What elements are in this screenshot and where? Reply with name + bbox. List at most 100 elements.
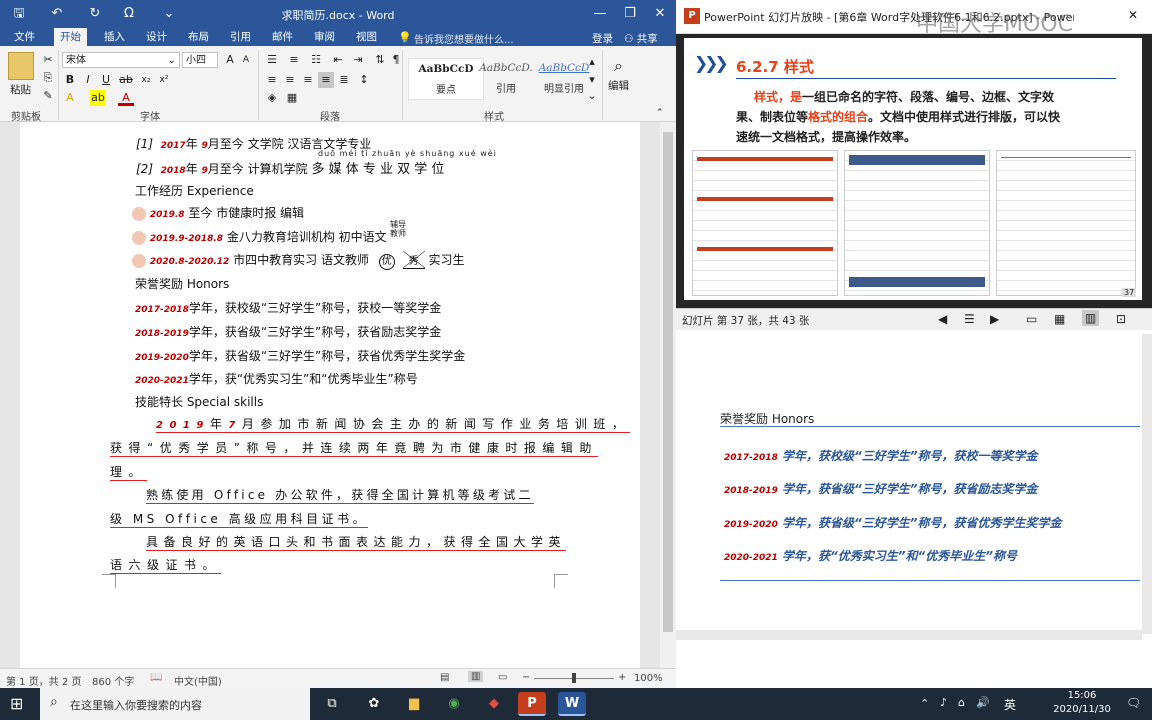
- powerpoint-taskbar-icon[interactable]: P: [518, 692, 546, 716]
- app-icon[interactable]: ◆: [480, 692, 508, 716]
- shading-icon[interactable]: ◈: [264, 90, 280, 106]
- show-hidden-icons-icon[interactable]: ⌃: [920, 697, 929, 710]
- reading-view-icon[interactable]: ▥: [1082, 310, 1100, 326]
- align-center-icon[interactable]: ≡: [282, 72, 298, 88]
- editing-button[interactable]: 编辑: [608, 78, 629, 93]
- copy-icon[interactable]: ⎘: [40, 70, 56, 86]
- document-page[interactable]: [1] 2017年 9月至今 文学院 汉语言文学专业 duō méi tǐ zh…: [20, 122, 640, 668]
- slide[interactable]: ❯❯❯ 6.2.7 样式 样式，是一组已命名的字符、段落、编号、边框、文字效 果…: [684, 38, 1142, 300]
- numbering-icon[interactable]: ≡: [286, 52, 302, 68]
- font-size-select[interactable]: 小四: [182, 52, 218, 68]
- superscript-icon[interactable]: x²: [156, 72, 172, 88]
- language[interactable]: 中文(中国): [174, 673, 222, 688]
- network-icon[interactable]: ⌂: [958, 696, 965, 709]
- next-slide-icon[interactable]: ▶: [990, 312, 999, 326]
- page-count[interactable]: 第 1 页，共 2 页: [6, 673, 81, 688]
- maximize-button[interactable]: ❐: [616, 4, 644, 24]
- grow-font-icon[interactable]: A: [222, 52, 238, 68]
- search-icon[interactable]: ⌕: [614, 56, 623, 76]
- multilevel-list-icon[interactable]: ☷: [308, 52, 324, 68]
- notification-icon[interactable]: 🗨: [1126, 696, 1141, 710]
- highlight-icon[interactable]: ab: [90, 90, 106, 106]
- shrink-font-icon[interactable]: A: [238, 52, 254, 68]
- tab-review[interactable]: 审阅: [308, 28, 341, 46]
- ime-indicator[interactable]: 英: [1004, 696, 1016, 713]
- menu-icon[interactable]: ☰: [964, 312, 975, 326]
- app-icon[interactable]: ◉: [440, 692, 468, 716]
- taskbar-search[interactable]: ⌕ 在这里输入你要搜索的内容: [40, 688, 310, 720]
- tab-design[interactable]: 设计: [140, 28, 173, 46]
- styles-scroll-up-icon[interactable]: ▴: [584, 54, 600, 70]
- underline-icon[interactable]: U: [98, 72, 114, 88]
- styles-more-icon[interactable]: ⌄: [584, 88, 600, 104]
- web-layout-icon[interactable]: ▭: [498, 672, 507, 683]
- decrease-indent-icon[interactable]: ⇤: [330, 52, 346, 68]
- sort-icon[interactable]: ⇅: [372, 52, 388, 68]
- zoom-level[interactable]: 100%: [634, 673, 663, 684]
- task-view-icon[interactable]: ⧉: [318, 692, 346, 716]
- slideshow-icon[interactable]: ⊡: [1116, 312, 1126, 326]
- word-count[interactable]: 860 个字: [92, 673, 134, 688]
- strikethrough-icon[interactable]: ab: [118, 72, 134, 88]
- zoom-thumb[interactable]: [572, 673, 576, 683]
- close-button[interactable]: ✕: [1128, 8, 1138, 22]
- clock-date[interactable]: 2020/11/30: [1050, 704, 1114, 715]
- previous-slide-icon[interactable]: ◀: [938, 312, 947, 326]
- font-name-select[interactable]: 宋体 ⌄: [62, 52, 180, 68]
- justify-icon[interactable]: ≡: [318, 72, 334, 88]
- styles-scroll-down-icon[interactable]: ▾: [584, 72, 600, 88]
- format-painter-icon[interactable]: ✎: [40, 88, 56, 104]
- tab-mailings[interactable]: 邮件: [266, 28, 299, 46]
- tab-references[interactable]: 引用: [224, 28, 257, 46]
- read-mode-icon[interactable]: ▤: [440, 672, 449, 683]
- honor-item: 2018-2019 学年，获省级“三好学生”称号，获省励志奖学金: [724, 480, 1038, 497]
- scroll-thumb[interactable]: [663, 132, 673, 632]
- horizontal-scrollbar[interactable]: [676, 630, 1142, 640]
- align-left-icon[interactable]: ≡: [264, 72, 280, 88]
- cut-icon[interactable]: ✂: [40, 52, 56, 68]
- collapse-ribbon-icon[interactable]: ⌃: [656, 108, 664, 118]
- distributed-icon[interactable]: ≣: [336, 72, 352, 88]
- font-color-icon[interactable]: A: [118, 90, 134, 106]
- proofing-icon[interactable]: 📖: [150, 672, 162, 683]
- volume-icon[interactable]: 🔊: [976, 696, 990, 709]
- tell-me-box[interactable]: 告诉我您想要做什么...: [414, 31, 514, 46]
- slide-sorter-icon[interactable]: ▦: [1054, 312, 1065, 326]
- body-text: 。文档中使用样式进行排版，可以快: [868, 110, 1061, 124]
- vertical-scrollbar[interactable]: [660, 122, 676, 668]
- font-size-value: 小四: [186, 55, 206, 66]
- tab-insert[interactable]: 插入: [98, 28, 131, 46]
- close-button[interactable]: ✕: [646, 4, 674, 24]
- increase-indent-icon[interactable]: ⇥: [350, 52, 366, 68]
- tray-icon[interactable]: ♪: [940, 696, 947, 709]
- normal-view-icon[interactable]: ▭: [1026, 312, 1037, 326]
- app-icon[interactable]: ✿: [360, 692, 388, 716]
- line-spacing-icon[interactable]: ↕: [356, 72, 372, 88]
- word-taskbar-icon[interactable]: W: [558, 692, 586, 716]
- date-text: 2019.8: [149, 210, 185, 220]
- bullets-icon[interactable]: ☰: [264, 52, 280, 68]
- minimize-button[interactable]: —: [586, 4, 614, 24]
- borders-icon[interactable]: ▦: [284, 90, 300, 106]
- search-placeholder: 在这里输入你要搜索的内容: [70, 699, 202, 712]
- share-button[interactable]: ⚇ 共享: [624, 31, 658, 46]
- paste-icon[interactable]: [8, 52, 34, 80]
- bold-icon[interactable]: B: [62, 72, 78, 88]
- tab-view[interactable]: 视图: [350, 28, 383, 46]
- tab-layout[interactable]: 布局: [182, 28, 215, 46]
- text-effects-icon[interactable]: A: [62, 90, 78, 106]
- print-layout-icon[interactable]: ▥: [468, 671, 484, 682]
- tab-home[interactable]: 开始: [54, 28, 87, 46]
- file-explorer-icon[interactable]: ▆: [400, 692, 428, 716]
- clock-time[interactable]: 15:06: [1062, 690, 1102, 701]
- zoom-out-icon[interactable]: −: [522, 672, 530, 683]
- subscript-icon[interactable]: x₂: [138, 72, 154, 88]
- vertical-scrollbar[interactable]: [1142, 334, 1152, 634]
- italic-icon[interactable]: I: [80, 72, 96, 88]
- align-right-icon[interactable]: ≡: [300, 72, 316, 88]
- login-link[interactable]: 登录: [592, 31, 613, 46]
- zoom-in-icon[interactable]: +: [618, 672, 626, 683]
- tab-file[interactable]: 文件: [8, 28, 41, 46]
- windows-start-icon[interactable]: ⊞: [10, 694, 23, 713]
- paste-button[interactable]: 粘贴: [10, 82, 31, 97]
